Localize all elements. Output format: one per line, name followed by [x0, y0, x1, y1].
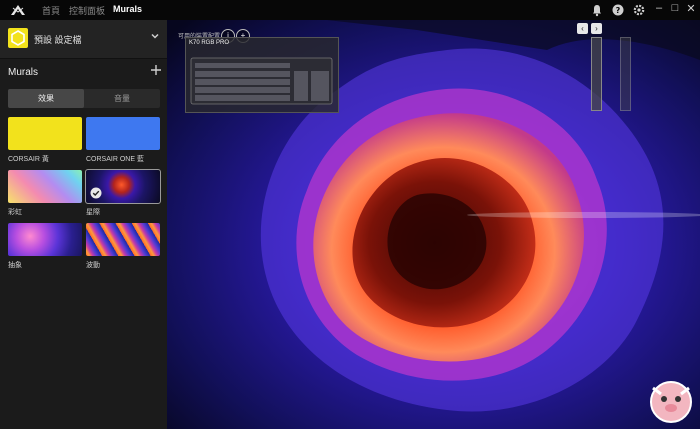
mascot-watermark-icon: [650, 381, 692, 423]
effect-label: 星際: [86, 209, 100, 216]
keyboard-icon: [190, 57, 333, 105]
profile-hexagon-icon: [8, 28, 28, 48]
brightness-slider[interactable]: [591, 37, 602, 111]
tab-home[interactable]: 首頁: [42, 4, 60, 17]
effect-swatch-rainbow[interactable]: [8, 170, 82, 203]
profile-selector[interactable]: 預設 設定檔: [0, 20, 167, 59]
effect-swatch-abstract[interactable]: [8, 223, 82, 256]
tab-murals[interactable]: Murals: [113, 4, 142, 14]
restore-button[interactable]: □: [668, 2, 682, 14]
effect-label: 波動: [86, 262, 100, 269]
corsair-logo-icon: [11, 5, 25, 15]
checkmark-icon: [90, 187, 102, 199]
prev-arrow-button[interactable]: ‹: [577, 23, 588, 34]
next-arrow-button[interactable]: ›: [591, 23, 602, 34]
profile-name: 預設 設定檔: [34, 35, 82, 45]
segment-effects[interactable]: 效果: [8, 89, 84, 108]
title-bar: 首頁 控制面板 Murals ? – □ ✕: [0, 0, 700, 20]
effect-swatch-space[interactable]: [85, 169, 161, 204]
section-title: Murals: [8, 67, 39, 78]
tab-dashboard[interactable]: 控制面板: [69, 4, 105, 17]
effect-swatch-wave[interactable]: [86, 223, 160, 256]
help-icon[interactable]: ?: [611, 3, 625, 17]
segment-volume[interactable]: 音量: [84, 89, 160, 108]
secondary-slider[interactable]: [620, 37, 631, 111]
effect-swatch-yellow[interactable]: [8, 117, 82, 150]
effect-label: CORSAIR 黃: [8, 156, 49, 163]
effect-swatch-blue[interactable]: [86, 117, 160, 150]
effect-label: 彩虹: [8, 209, 22, 216]
effect-type-toggle: 效果 音量: [8, 89, 160, 108]
add-icon[interactable]: [150, 64, 162, 76]
close-button[interactable]: ✕: [684, 2, 698, 15]
chevron-down-icon[interactable]: [150, 31, 160, 41]
minimize-button[interactable]: –: [652, 2, 666, 14]
device-card[interactable]: K70 RGB PRO: [185, 37, 339, 113]
bell-icon[interactable]: [590, 3, 604, 17]
svg-text:?: ?: [616, 6, 621, 15]
effect-label: 抽象: [8, 262, 22, 269]
sidebar: 預設 設定檔 Murals 效果 音量 CORSAIR 黃 CORSAIR ON…: [0, 20, 167, 429]
gear-icon[interactable]: [632, 3, 646, 17]
effect-label: CORSAIR ONE 藍: [86, 156, 144, 163]
device-name: K70 RGB PRO: [189, 40, 230, 46]
